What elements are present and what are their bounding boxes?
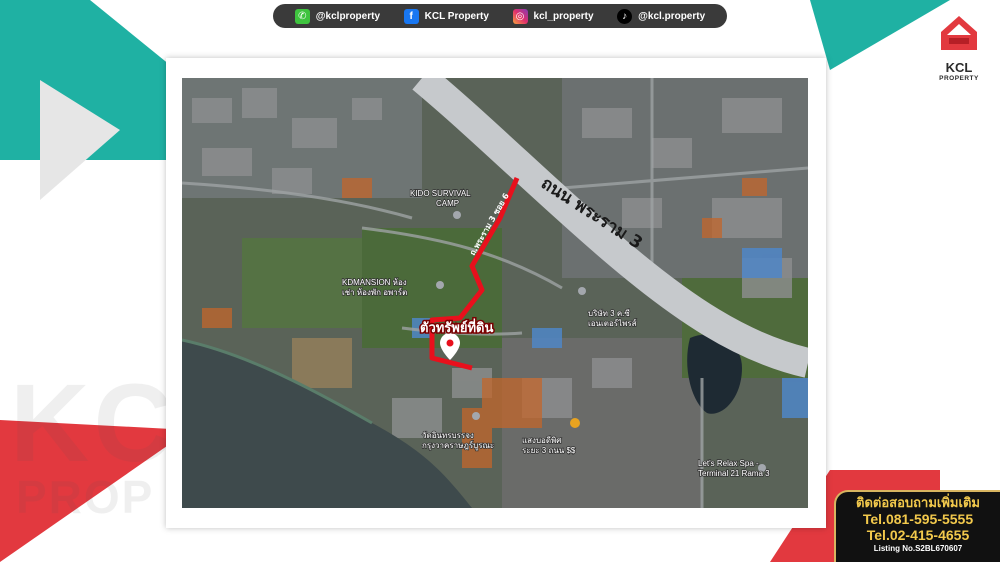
contact-box: ติดต่อสอบถามเพิ่มเติม Tel.081-595-5555 T…	[834, 490, 1000, 562]
logo-name: KCL	[945, 60, 973, 75]
house-logo-icon	[941, 16, 977, 50]
social-facebook-handle: KCL Property	[424, 10, 489, 22]
place-temple-line2: กรุงวาคราษฎร์บูรณะ	[422, 440, 494, 451]
place-temple: วัดอินทรบรรจง	[422, 431, 474, 440]
map-frame: ถนน พระราม 3 ถ.พระราม 3 ซอย 6 ตัวทรัพย์ท…	[166, 58, 826, 528]
line-icon: ✆	[294, 8, 310, 24]
contact-title: ติดต่อสอบถามเพิ่มเติม	[856, 495, 980, 510]
social-line-handle: @kclproperty	[315, 10, 381, 22]
place-kido-line2: CAMP	[436, 199, 459, 208]
contact-tel-2[interactable]: Tel.02-415-4655	[836, 527, 1000, 543]
map-canvas: ถนน พระราม 3 ถ.พระราม 3 ซอย 6 ตัวทรัพย์ท…	[182, 78, 808, 508]
kcl-logo: KCL PROPERTY	[928, 14, 990, 94]
social-instagram-handle: kcl_property	[533, 10, 594, 22]
restaurant-pin-icon	[570, 418, 580, 428]
social-line[interactable]: ✆ @kclproperty	[294, 8, 381, 24]
place-company: บริษัท 3 ค.ซี	[588, 309, 630, 318]
facebook-icon: f	[403, 8, 419, 24]
social-instagram[interactable]: ◎ kcl_property	[512, 8, 594, 24]
place-kdmansion: KDMANSION ห้อง	[342, 278, 407, 287]
social-facebook[interactable]: f KCL Property	[403, 8, 489, 24]
social-bar: ✆ @kclproperty f KCL Property ◎ kcl_prop…	[273, 4, 727, 28]
social-tiktok-handle: @kcl.property	[638, 10, 706, 22]
satellite-map[interactable]: ถนน พระราม 3 ถ.พระราม 3 ซอย 6 ตัวทรัพย์ท…	[182, 78, 808, 508]
place-kido: KIDO SURVIVAL	[410, 189, 471, 198]
place-kdmansion-line2: เช่า ห้องพัก อพาร์ต	[342, 287, 407, 297]
contact-tel-1[interactable]: Tel.081-595-5555	[836, 511, 1000, 527]
place-restaurant: แสงบอดีพิศ	[522, 436, 561, 445]
place-restaurant-line2: ระยะ 3 ถนน $$	[522, 446, 576, 455]
tiktok-icon: ♪	[617, 8, 633, 24]
asset-label: ตัวทรัพย์ที่ดิน	[420, 318, 493, 336]
instagram-icon: ◎	[512, 8, 528, 24]
logo-sub: PROPERTY	[939, 75, 979, 82]
place-spa-line2: Terminal 21 Rama 3	[698, 469, 770, 478]
social-tiktok[interactable]: ♪ @kcl.property	[617, 8, 706, 24]
place-spa: Let's Relax Spa -	[698, 459, 759, 468]
place-company-line2: เอนเตอร์ไพรส์	[588, 318, 637, 328]
listing-number: Listing No.S2BL670607	[873, 544, 963, 553]
